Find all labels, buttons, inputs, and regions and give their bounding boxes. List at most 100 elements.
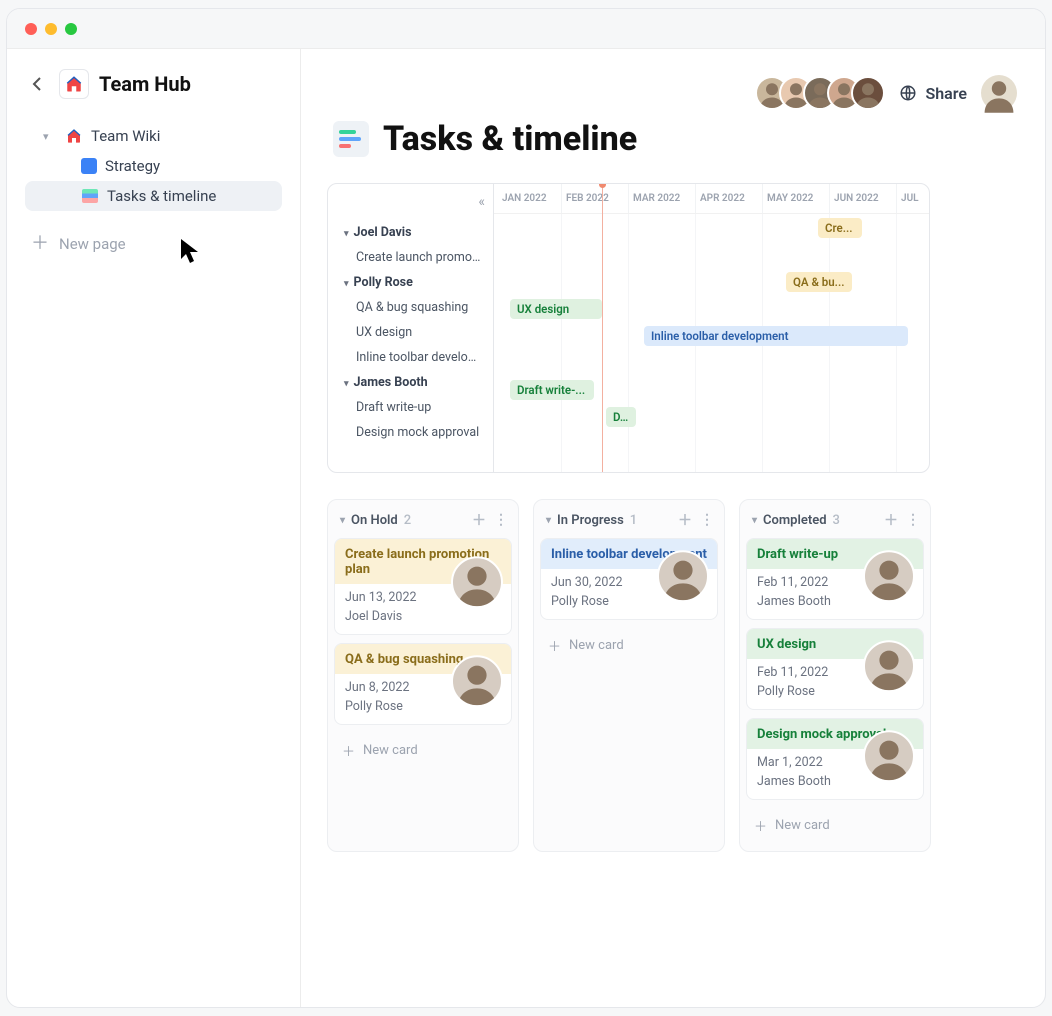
add-card-icon[interactable]: ＋ <box>678 510 692 530</box>
share-label: Share <box>925 84 967 103</box>
plus-icon: ＋ <box>754 816 767 835</box>
column-menu-icon[interactable]: ⋮ <box>700 512 714 528</box>
card-assignee: Joel Davis <box>345 609 501 624</box>
kanban-card[interactable]: Create launch promotion planJun 13, 2022… <box>334 538 512 635</box>
kanban-column-header: ▾On Hold2＋⋮ <box>328 500 518 538</box>
hub-title: Team Hub <box>99 72 191 96</box>
kanban-column-header: ▾In Progress1＋⋮ <box>534 500 724 538</box>
new-card-label: New card <box>775 818 830 833</box>
titlebar <box>7 9 1045 49</box>
timeline-month-header: MAY 2022 <box>762 184 829 213</box>
hub-icon <box>59 69 89 99</box>
card-avatar <box>863 550 915 602</box>
kanban-column-count: 3 <box>833 513 840 528</box>
timeline-month-header: MAR 2022 <box>628 184 695 213</box>
collaborator-avatar[interactable] <box>851 76 885 110</box>
current-user-avatar[interactable] <box>981 75 1017 111</box>
new-page-label: New page <box>59 235 126 253</box>
card-avatar <box>657 550 709 602</box>
sidebar-item-label: Team Wiki <box>91 127 160 145</box>
new-card-button[interactable]: ＋ New card <box>740 808 930 843</box>
timeline-task-row[interactable]: Draft write-up <box>328 395 493 420</box>
kanban-column-title: In Progress <box>557 513 624 528</box>
timeline-task-row[interactable]: Design mock approval <box>328 420 493 445</box>
new-card-button[interactable]: ＋ New card <box>328 733 518 768</box>
new-card-button[interactable]: ＋ New card <box>534 628 724 663</box>
page-title: Tasks & timeline <box>333 119 1045 159</box>
kanban-column: ▾In Progress1＋⋮Inline toolbar developmen… <box>533 499 725 852</box>
timeline-bar[interactable]: D... <box>606 407 636 427</box>
sidebar-item-tasks-timeline[interactable]: Tasks & timeline <box>25 181 282 211</box>
sidebar-item-strategy[interactable]: Strategy <box>25 151 282 181</box>
today-indicator <box>602 184 603 472</box>
new-card-label: New card <box>569 638 624 653</box>
share-button[interactable]: Share <box>899 84 967 103</box>
timeline-icon <box>81 187 99 205</box>
main-content: Share Tasks & timeline « Joel DavisCr <box>301 49 1045 1007</box>
timeline-task-row[interactable]: Inline toolbar develop... <box>328 345 493 370</box>
window-zoom-dot[interactable] <box>65 23 77 35</box>
kanban-column-title: On Hold <box>351 513 398 528</box>
kanban-card[interactable]: Draft write-upFeb 11, 2022James Booth <box>746 538 924 620</box>
window-minimize-dot[interactable] <box>45 23 57 35</box>
timeline-task-list: « Joel DavisCreate launch promot...Polly… <box>328 184 494 472</box>
kanban-card[interactable]: UX designFeb 11, 2022Polly Rose <box>746 628 924 710</box>
card-avatar <box>863 640 915 692</box>
timeline-task-row[interactable]: QA & bug squashing <box>328 295 493 320</box>
column-menu-icon[interactable]: ⋮ <box>494 512 508 528</box>
card-avatar <box>451 655 503 707</box>
column-menu-icon[interactable]: ⋮ <box>906 512 920 528</box>
chevron-down-icon: ▾ <box>43 130 57 143</box>
kanban-column-header: ▾Completed3＋⋮ <box>740 500 930 538</box>
kanban-card[interactable]: Inline toolbar developmentJun 30, 2022Po… <box>540 538 718 620</box>
plus-icon: ＋ <box>31 235 49 253</box>
kanban-column: ▾Completed3＋⋮Draft write-upFeb 11, 2022J… <box>739 499 931 852</box>
sidebar-item-label: Tasks & timeline <box>107 187 216 205</box>
sidebar-item-team-wiki[interactable]: ▾ Team Wiki <box>25 121 282 151</box>
house-icon <box>65 127 83 145</box>
timeline-task-row[interactable]: UX design <box>328 320 493 345</box>
timeline-group[interactable]: Joel Davis <box>328 220 493 245</box>
timeline-bar[interactable]: Cre... <box>818 218 862 238</box>
new-page-button[interactable]: ＋ New page <box>25 225 282 263</box>
plus-icon: ＋ <box>342 741 355 760</box>
kanban-card[interactable]: Design mock approvalMar 1, 2022James Boo… <box>746 718 924 800</box>
timeline-group[interactable]: James Booth <box>328 370 493 395</box>
kanban-card[interactable]: QA & bug squashingJun 8, 2022Polly Rose <box>334 643 512 725</box>
new-card-label: New card <box>363 743 418 758</box>
timeline-bar[interactable]: QA & bu... <box>786 272 852 292</box>
timeline-month-header: APR 2022 <box>695 184 762 213</box>
card-avatar <box>863 730 915 782</box>
plus-icon: ＋ <box>548 636 561 655</box>
timeline-month-header: JAN 2022 <box>494 184 561 213</box>
timeline-panel: « Joel DavisCreate launch promot...Polly… <box>327 183 930 473</box>
app-window: Team Hub ▾ Team Wiki Strategy Tasks & ti… <box>6 8 1046 1008</box>
timeline-icon <box>333 121 369 157</box>
timeline-chart[interactable]: JAN 2022FEB 2022MAR 2022APR 2022MAY 2022… <box>494 184 929 472</box>
timeline-month-header: FEB 2022 <box>561 184 628 213</box>
timeline-group[interactable]: Polly Rose <box>328 270 493 295</box>
timeline-month-header: JUN 2022 <box>829 184 896 213</box>
kanban-column: ▾On Hold2＋⋮Create launch promotion planJ… <box>327 499 519 852</box>
collapse-icon[interactable]: « <box>478 194 485 210</box>
sidebar: Team Hub ▾ Team Wiki Strategy Tasks & ti… <box>7 49 301 1007</box>
kanban-column-count: 1 <box>630 513 637 528</box>
back-button[interactable] <box>25 72 49 96</box>
card-avatar <box>451 556 503 608</box>
timeline-bar[interactable]: UX design <box>510 299 602 319</box>
doc-icon <box>81 158 97 174</box>
add-card-icon[interactable]: ＋ <box>472 510 486 530</box>
kanban-board: ▾On Hold2＋⋮Create launch promotion planJ… <box>327 499 1045 852</box>
topbar: Share <box>327 75 1045 111</box>
timeline-bar[interactable]: Draft write-... <box>510 380 594 400</box>
window-close-dot[interactable] <box>25 23 37 35</box>
page-title-text: Tasks & timeline <box>383 119 637 159</box>
sidebar-item-label: Strategy <box>105 157 160 175</box>
timeline-task-row[interactable]: Create launch promot... <box>328 245 493 270</box>
timeline-bar[interactable]: Inline toolbar development <box>644 326 908 346</box>
collaborator-avatars <box>765 76 885 110</box>
kanban-column-title: Completed <box>763 513 827 528</box>
timeline-month-header: JUL <box>896 184 929 213</box>
kanban-column-count: 2 <box>404 513 411 528</box>
add-card-icon[interactable]: ＋ <box>884 510 898 530</box>
